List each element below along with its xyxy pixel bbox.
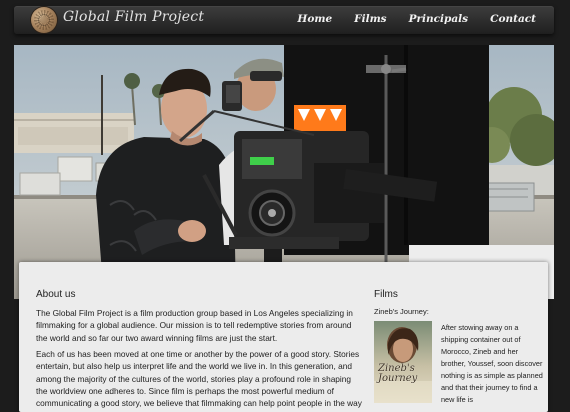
poster-title: Zineb's Journey — [378, 363, 418, 384]
nav-link-principals[interactable]: Principals — [409, 13, 468, 25]
hero-photo — [14, 45, 554, 299]
film-title-label: Zineb's Journey: — [374, 307, 429, 316]
about-paragraph: The Global Film Project is a film produc… — [36, 308, 353, 343]
site-brand-title[interactable]: Global Film Project — [63, 9, 204, 25]
film-poster-image[interactable]: Zineb's Journey — [374, 321, 432, 403]
about-paragraph: Each of us has been moved at one time or… — [36, 349, 362, 409]
main-nav: Home Films Principals Contact — [275, 13, 536, 25]
about-heading: About us — [36, 289, 76, 300]
nav-link-films[interactable]: Films — [354, 13, 386, 25]
top-navigation-bar: Global Film Project Home Films Principal… — [14, 6, 554, 34]
content-panel: About us The Global Film Project is a fi… — [19, 262, 548, 412]
poster-artwork — [374, 327, 432, 403]
nav-link-home[interactable]: Home — [297, 13, 332, 25]
film-reel-logo-icon[interactable] — [31, 7, 57, 33]
nav-link-contact[interactable]: Contact — [490, 13, 536, 25]
film-description: After stowing away on a shipping contain… — [441, 323, 543, 404]
films-heading: Films — [374, 289, 398, 300]
film-crew-photo — [14, 45, 554, 299]
